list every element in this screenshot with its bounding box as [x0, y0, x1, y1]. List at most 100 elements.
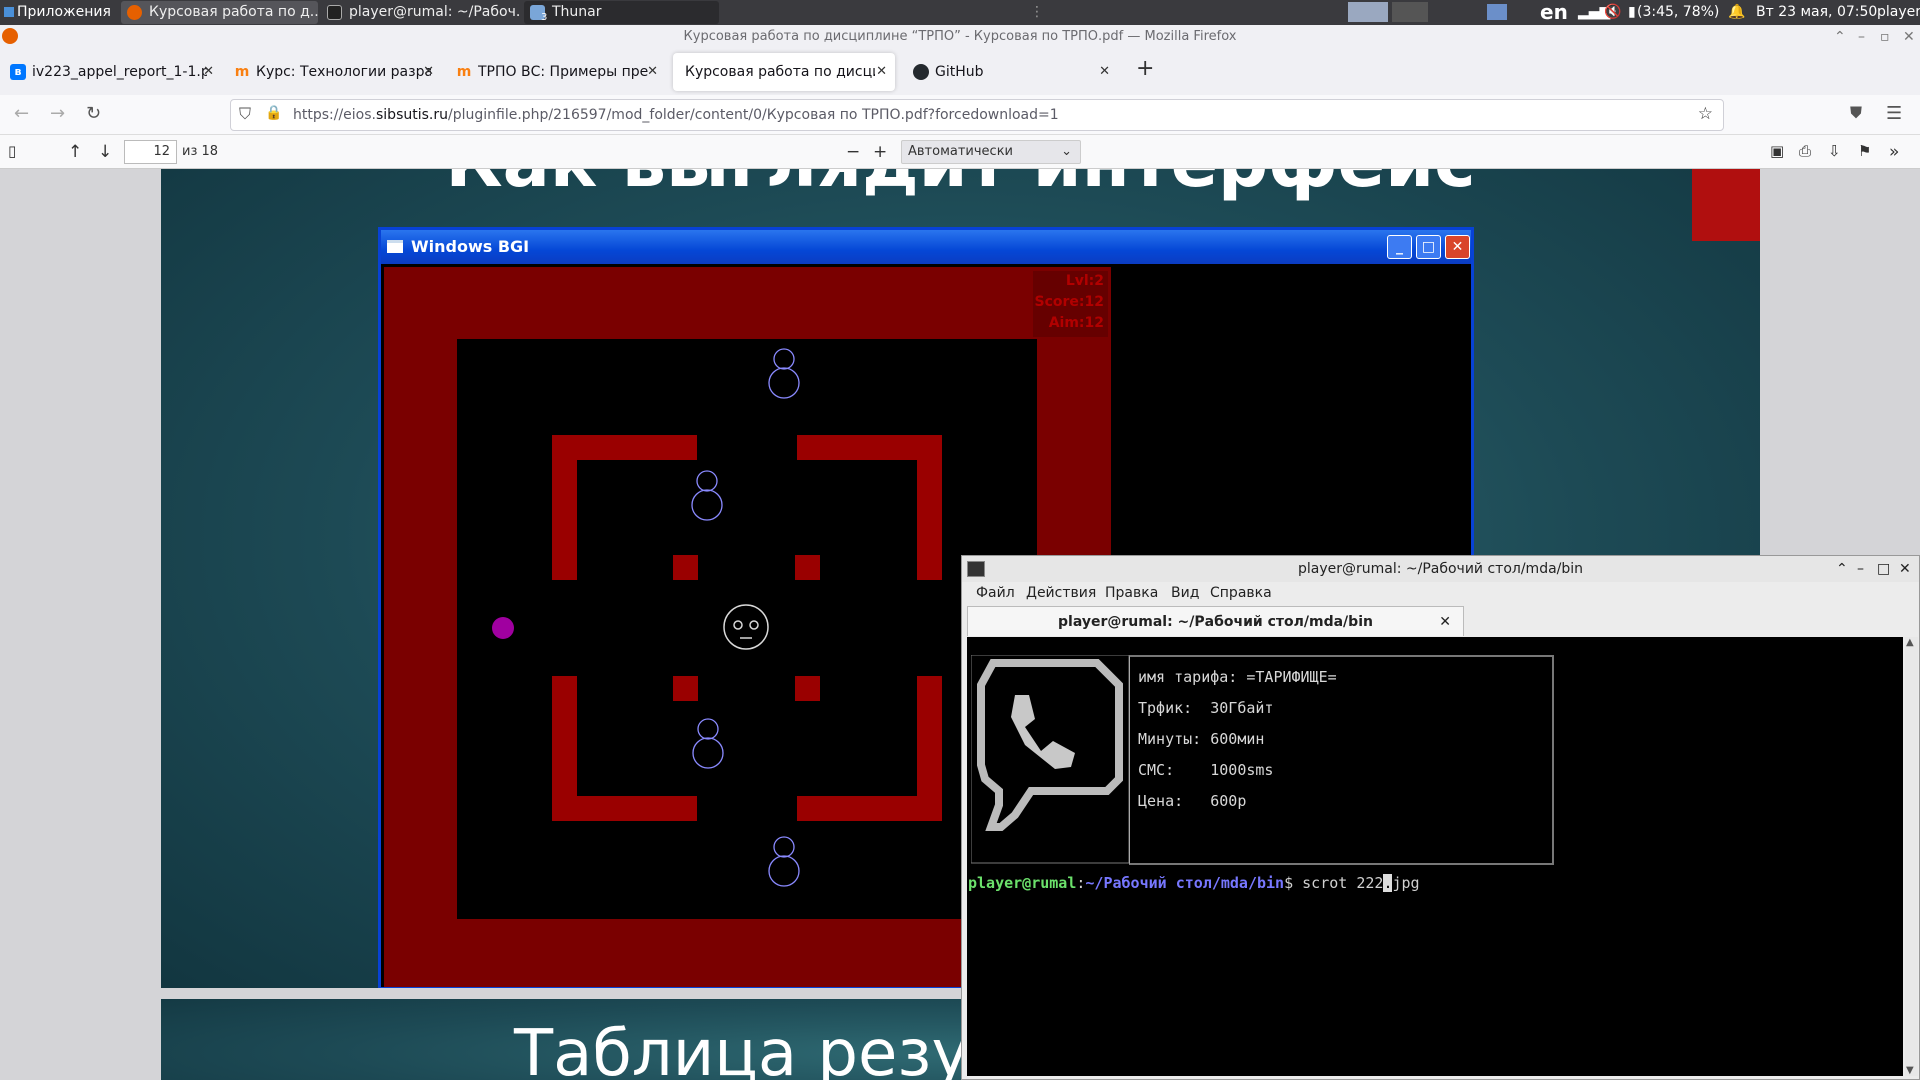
workspace-1[interactable] — [1348, 2, 1388, 22]
bookmark-star-icon[interactable]: ☆ — [1698, 104, 1713, 124]
lock-icon[interactable]: 🔒 — [265, 105, 282, 121]
tab-coursework-pdf[interactable]: Курсовая работа по дисци ✕ — [673, 53, 895, 91]
terminal-window: player@rumal: ~/Рабочий стол/mda/bin ⌃ –… — [961, 555, 1920, 1080]
slide-red-rect — [1692, 169, 1760, 241]
tariff-table-border — [1129, 655, 1554, 865]
close-tab-icon[interactable]: ✕ — [1439, 607, 1451, 637]
menu-actions[interactable]: Действия — [1026, 582, 1096, 604]
hud-score: Score:12 — [1034, 294, 1104, 310]
save-icon[interactable]: ⇩ — [1828, 142, 1841, 160]
shade-button[interactable]: ⌃ — [1836, 556, 1848, 582]
previous-page-icon[interactable]: ↑ — [68, 142, 82, 162]
hud-level: Lvl:2 — [1065, 273, 1104, 289]
window-icon[interactable] — [1487, 4, 1507, 20]
minimize-button[interactable]: ⌃ — [1834, 25, 1846, 49]
hamburger-menu-icon[interactable]: ☰ — [1886, 103, 1902, 124]
page-number-input[interactable]: 12 — [124, 140, 177, 164]
url-path: /pluginfile.php/216597/mod_folder/conten… — [448, 107, 1059, 123]
github-icon — [913, 64, 929, 80]
tab-course[interactable]: m Курс: Технологии разра ✕ — [224, 53, 442, 91]
close-button[interactable]: ✕ — [1899, 556, 1911, 582]
close-tab-icon[interactable]: ✕ — [203, 53, 214, 91]
tariff-name: имя тарифа: =ТАРИФИЩЕ= — [1138, 668, 1337, 686]
hud: Lvl:2 Score:12 Aim:12 — [1033, 271, 1108, 337]
back-button[interactable]: ← — [14, 103, 29, 124]
tab-strip: в iv223_appel_report_1-1.p ✕ m Курс: Тех… — [0, 49, 1920, 95]
taskbar-item-firefox[interactable]: Курсовая работа по д... — [121, 1, 318, 24]
battery-status: (3:45, 78%) — [1637, 4, 1720, 20]
menu-file[interactable]: Файл — [976, 582, 1015, 604]
battery-icon[interactable]: ▮ — [1628, 0, 1636, 25]
tab-label: Курс: Технологии разра — [256, 64, 431, 80]
zoom-value: Автоматически — [908, 144, 1014, 159]
bookmark-icon[interactable]: ⚑ — [1858, 142, 1871, 160]
tab-vk-report[interactable]: в iv223_appel_report_1-1.p ✕ — [0, 53, 222, 91]
zoom-select[interactable]: Автоматически ⌄ — [901, 140, 1081, 164]
address-bar[interactable]: ⛉ 🔒 https://eios.sibsutis.ru/pluginfile.… — [230, 99, 1724, 131]
vk-icon: в — [10, 64, 26, 80]
volume-muted-icon[interactable]: 🔇 — [1604, 0, 1621, 25]
reload-button[interactable]: ↻ — [86, 103, 101, 124]
terminal-icon — [967, 561, 985, 577]
maximize-button[interactable]: □ — [1877, 556, 1890, 582]
sidebar-toggle-icon[interactable]: ▯ — [8, 142, 16, 160]
page-count: из 18 — [182, 144, 219, 159]
tools-menu-icon[interactable]: » — [1889, 142, 1899, 162]
terminal-icon — [327, 5, 342, 20]
close-tab-icon[interactable]: ✕ — [647, 53, 658, 91]
firefox-logo-icon — [2, 28, 18, 44]
pocket-icon[interactable]: ⛊ — [1850, 103, 1862, 123]
minimize-icon: _ — [1387, 235, 1412, 259]
tab-github[interactable]: GitHub ✕ — [903, 53, 1118, 91]
tab-trpo-examples[interactable]: m ТРПО ВС: Примеры пре ✕ — [446, 53, 666, 91]
restore-button[interactable]: ▫ — [1880, 25, 1890, 49]
pdf-toolbar: ▯ ↑ ↓ 12 из 18 − + Автоматически ⌄ ▣ ⎙ ⇩ … — [0, 135, 1920, 169]
close-icon: ✕ — [1445, 235, 1470, 259]
scroll-up-icon[interactable]: ▲ — [1906, 637, 1914, 648]
menu-view[interactable]: Вид — [1171, 582, 1199, 604]
slide-title: Как выглядит интерфейс — [161, 169, 1760, 203]
close-tab-icon[interactable]: ✕ — [1099, 53, 1110, 91]
forward-button[interactable]: → — [50, 103, 65, 124]
terminal-scrollbar[interactable]: ▲ ▼ — [1905, 637, 1918, 1076]
workspace-2[interactable] — [1392, 2, 1429, 22]
moodle-icon: m — [234, 64, 250, 80]
maximize-button[interactable]: – — [1858, 25, 1865, 49]
print-icon[interactable]: ⎙ — [1799, 142, 1811, 160]
workspace-switcher[interactable] — [1348, 0, 1429, 25]
close-tab-icon[interactable]: ✕ — [423, 53, 434, 91]
url-prefix: https://eios. — [293, 107, 376, 123]
keyboard-layout[interactable]: en — [1540, 0, 1568, 25]
close-window-button[interactable]: ✕ — [1903, 25, 1915, 49]
taskbar-item-thunar[interactable]: 3 Thunar — [524, 1, 719, 24]
menu-help[interactable]: Справка — [1210, 582, 1272, 604]
zoom-in-icon[interactable]: + — [873, 142, 887, 162]
taskbar-label: player@rumal: ~/Рабоч... — [349, 4, 521, 20]
clock[interactable]: Вт 23 мая, 07:50 — [1756, 0, 1877, 25]
tariff-sms: СМС: 1000sms — [1138, 761, 1274, 779]
bgi-titlebar: Windows BGI _ □ ✕ — [381, 230, 1471, 264]
shell-prompt-line: player@rumal:~/Рабочий стол/mda/bin$ scr… — [968, 874, 1420, 892]
shield-icon[interactable]: ⛉ — [239, 104, 251, 124]
minimize-button[interactable]: – — [1857, 556, 1864, 582]
close-tab-icon[interactable]: ✕ — [876, 53, 887, 91]
tab-label: iv223_appel_report_1-1.p — [32, 64, 207, 80]
prompt-user: player@rumal — [968, 874, 1077, 892]
terminal-titlebar[interactable]: player@rumal: ~/Рабочий стол/mda/bin ⌃ –… — [962, 556, 1919, 582]
user-menu[interactable]: player — [1877, 0, 1920, 25]
tariff-price: Цена: 600р — [1138, 792, 1247, 810]
applications-menu[interactable]: Приложения — [4, 0, 111, 25]
next-page-icon[interactable]: ↓ — [98, 142, 112, 162]
tab-label: ТРПО ВС: Примеры пре — [478, 64, 649, 80]
menu-edit[interactable]: Правка — [1105, 582, 1158, 604]
taskbar-item-terminal[interactable]: player@rumal: ~/Рабоч... — [321, 1, 521, 24]
presentation-mode-icon[interactable]: ▣ — [1770, 142, 1784, 160]
zoom-out-icon[interactable]: − — [846, 142, 860, 162]
terminal-output[interactable]: имя тарифа: =ТАРИФИЩЕ= Трфик: 30Гбайт Ми… — [967, 637, 1903, 1076]
tab-label: GitHub — [935, 64, 984, 80]
scroll-down-icon[interactable]: ▼ — [1906, 1065, 1914, 1076]
terminal-title: player@rumal: ~/Рабочий стол/mda/bin — [1297, 561, 1584, 577]
new-tab-button[interactable]: + — [1136, 56, 1154, 81]
terminal-tab[interactable]: player@rumal: ~/Рабочий стол/mda/bin ✕ — [967, 606, 1464, 636]
notification-bell-icon[interactable]: 🔔 — [1728, 0, 1745, 25]
